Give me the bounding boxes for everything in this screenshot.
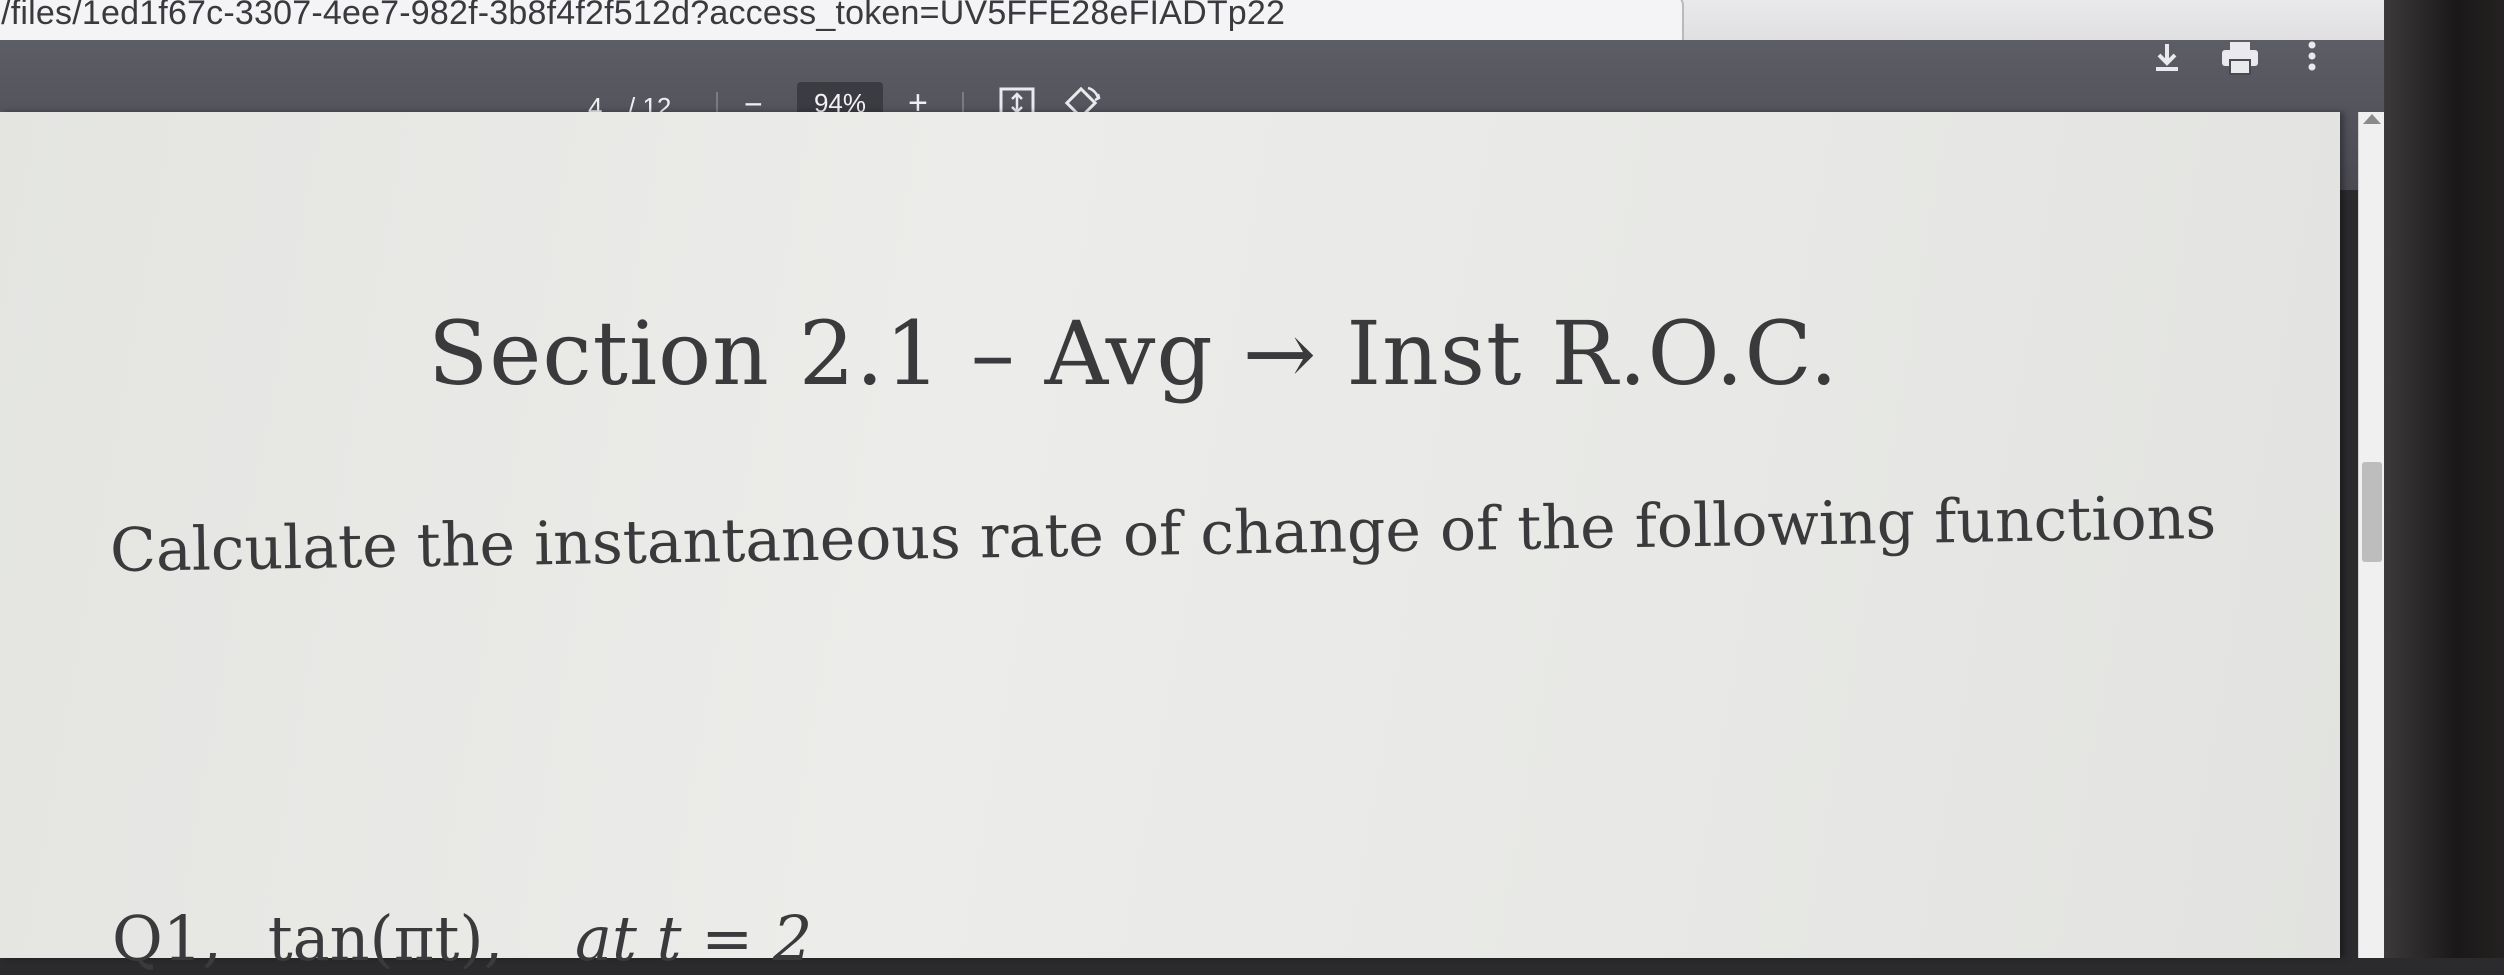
scroll-up-arrow-icon[interactable]: [2363, 114, 2381, 124]
scrollbar[interactable]: [2358, 112, 2385, 958]
question-label: Q1,: [112, 902, 222, 975]
scrollbar-thumb[interactable]: [2362, 462, 2382, 562]
question-q1: Q1, tan(πt), at t = 2: [112, 902, 812, 975]
url-text: 1/files/1ed1f67c-3307-4ee7-982f-3b8f4f2f…: [0, 0, 1286, 32]
instruction-text: Calculate the instantaneous rate of chan…: [109, 482, 2217, 586]
monitor-bezel: [2384, 0, 2504, 958]
question-separator: ,: [483, 902, 504, 975]
pdf-page: Section 2.1 – Avg → Inst R.O.C. Calculat…: [0, 112, 2340, 975]
print-icon[interactable]: [2220, 40, 2260, 81]
question-condition: at t = 2: [575, 902, 813, 975]
download-icon[interactable]: [2152, 40, 2182, 79]
question-function: tan(πt): [267, 902, 484, 975]
page-title: Section 2.1 – Avg → Inst R.O.C.: [428, 302, 1839, 405]
more-options-icon[interactable]: [2306, 40, 2318, 79]
